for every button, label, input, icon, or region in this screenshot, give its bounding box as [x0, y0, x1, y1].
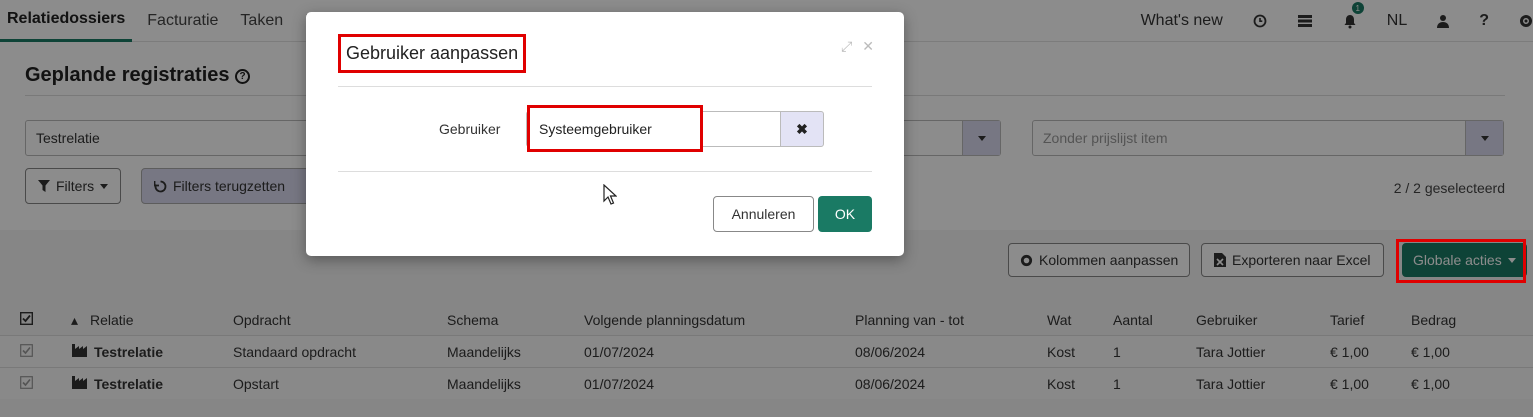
- dialog-title: Gebruiker aanpassen: [338, 34, 527, 73]
- mouse-cursor-icon: [603, 184, 617, 205]
- global-actions-highlight: [1396, 239, 1526, 283]
- edit-user-dialog: Gebruiker aanpassen ⤢ ✕ Gebruiker Systee…: [306, 12, 904, 256]
- user-field-label: Gebruiker: [439, 121, 501, 137]
- dialog-divider-bottom: [338, 171, 872, 172]
- cancel-button[interactable]: Annuleren: [713, 196, 814, 232]
- user-select-value[interactable]: Systeemgebruiker: [527, 105, 703, 152]
- clear-user-button[interactable]: ✖: [780, 111, 824, 147]
- close-icon[interactable]: ✕: [862, 38, 874, 55]
- dialog-header-icons: ⤢ ✕: [841, 38, 874, 55]
- expand-icon[interactable]: ⤢: [841, 38, 852, 55]
- ok-button[interactable]: OK: [818, 196, 872, 232]
- dialog-divider-top: [338, 86, 872, 87]
